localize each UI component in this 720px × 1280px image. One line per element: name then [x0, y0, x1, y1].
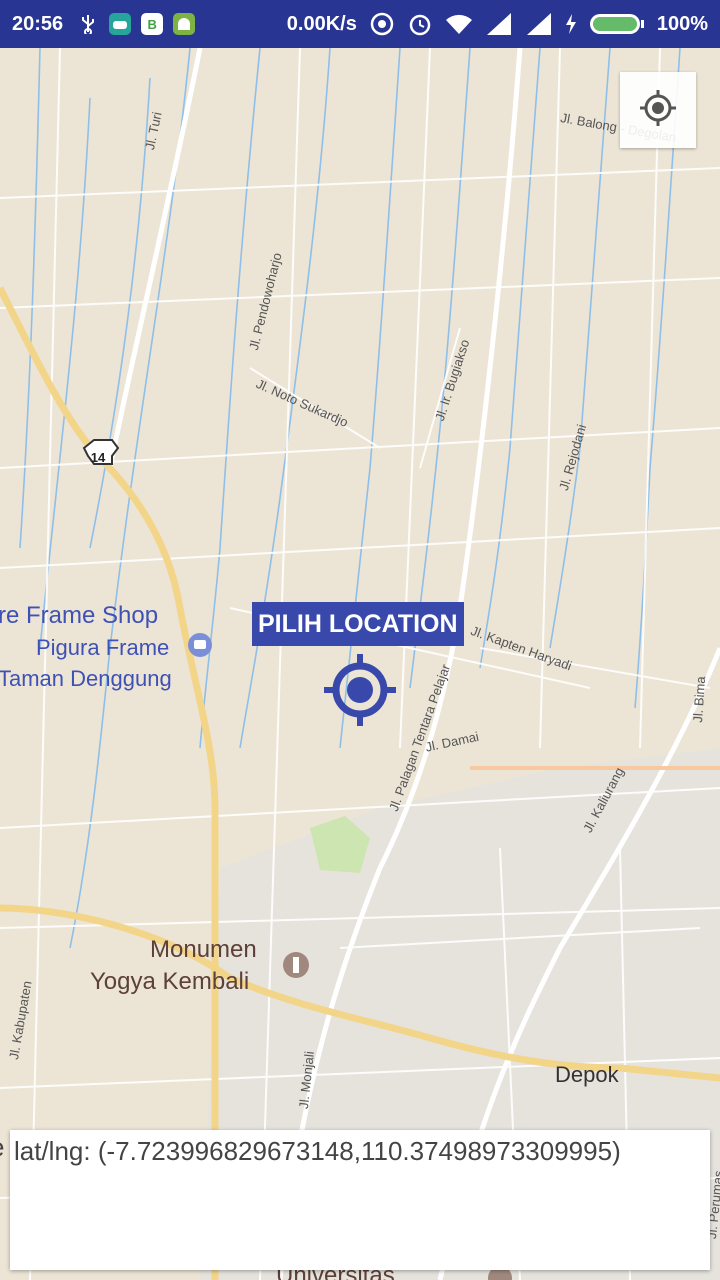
- target-crosshair-icon: [322, 652, 398, 728]
- my-location-button[interactable]: [620, 72, 696, 148]
- place-yogya-kembali[interactable]: Yogya Kembali: [90, 968, 249, 996]
- place-depok: Depok: [555, 1062, 619, 1087]
- status-bar: 20:56 B 0.00K/s 100%: [0, 0, 720, 48]
- usb-icon: [77, 13, 99, 35]
- coord-edge-text: e: [0, 1132, 4, 1163]
- coordinates-panel: lat/lng: (-7.723996829673148,110.3749897…: [10, 1130, 710, 1270]
- charging-icon: [565, 14, 577, 34]
- crosshair-icon: [636, 86, 680, 135]
- place-monumen[interactable]: Monumen: [150, 936, 257, 964]
- place-taman-denggung[interactable]: Taman Denggung: [0, 666, 172, 692]
- b-app-icon: B: [141, 13, 164, 35]
- wifi-icon: [445, 12, 473, 36]
- signal-icon-1: [485, 13, 513, 35]
- battery-level: 100%: [656, 12, 708, 35]
- latlng-text: lat/lng: (-7.723996829673148,110.3749897…: [14, 1136, 621, 1166]
- alarm-icon: [407, 11, 433, 37]
- app-notification-icon: [109, 13, 132, 35]
- network-speed: 0.00K/s: [286, 12, 357, 35]
- status-time: 20:56: [12, 12, 64, 35]
- route-shield-label: 14: [90, 450, 106, 465]
- hotspot-icon: [369, 11, 395, 37]
- road-label-bima: Jl. Bima: [690, 675, 709, 724]
- battery-icon: [589, 12, 645, 36]
- place-frame-shop[interactable]: re Frame Shop: [0, 602, 158, 630]
- signal-icon-2: [525, 13, 553, 35]
- android-icon: [173, 13, 196, 35]
- place-pigura-frame[interactable]: Pigura Frame: [36, 635, 169, 661]
- pick-location-button[interactable]: PILIH LOCATION: [252, 602, 464, 646]
